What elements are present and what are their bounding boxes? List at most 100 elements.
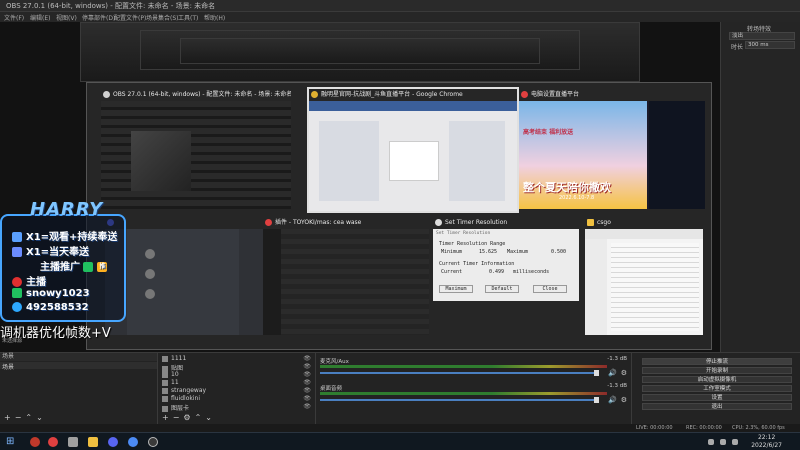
source-item[interactable]: strangeway bbox=[162, 387, 206, 394]
music-sidebar bbox=[263, 229, 281, 335]
min-value: 15.625 bbox=[479, 249, 498, 255]
tray-icon[interactable] bbox=[732, 439, 738, 445]
close-button[interactable]: Close bbox=[533, 285, 567, 293]
text-source-icon bbox=[162, 395, 168, 402]
virtual-camera-button[interactable]: 启动虚拟摄像机 bbox=[642, 376, 792, 383]
remove-icon[interactable]: − bbox=[15, 413, 26, 422]
menu-file[interactable]: 文件(F) bbox=[4, 13, 24, 22]
move-down-icon[interactable]: ⌄ bbox=[205, 413, 216, 422]
range-label: Timer Resolution Range bbox=[439, 241, 506, 247]
source-name: 图层卡 bbox=[171, 405, 190, 412]
visibility-icons[interactable]: 👁 👁 👁 👁 👁 👁 👁 bbox=[303, 355, 311, 411]
discord-icon[interactable] bbox=[108, 437, 118, 447]
obs-icon[interactable] bbox=[148, 437, 158, 447]
banner-headline: 整个夏天陪你撒欢 bbox=[523, 181, 611, 194]
page-column bbox=[319, 121, 379, 201]
scene-item[interactable]: 场景 bbox=[0, 362, 157, 371]
dialog-header: Set Timer Resolution bbox=[436, 231, 491, 236]
overlay-text: 主播推广 bbox=[40, 262, 80, 273]
switcher-window-music[interactable]: 插件 - TOYOKI/mas: cea wase bbox=[263, 217, 429, 335]
volume-knob[interactable] bbox=[594, 370, 599, 376]
transition-select[interactable]: 淡出 bbox=[729, 32, 795, 40]
tray-icon[interactable] bbox=[720, 439, 726, 445]
remove-icon[interactable]: − bbox=[173, 413, 184, 422]
source-item[interactable]: 10 bbox=[162, 371, 179, 378]
windows-start-icon[interactable]: ⊞ bbox=[6, 437, 16, 447]
gear-icon[interactable]: ⚙ bbox=[621, 369, 627, 377]
system-clock[interactable]: 22:12 2022/6/27 bbox=[751, 434, 782, 450]
maximum-button[interactable]: Maximum bbox=[439, 285, 473, 293]
sources-dock: 1111 贴图 10 11 strangeway fluidlokini 图层卡… bbox=[158, 353, 316, 424]
app-icon[interactable] bbox=[30, 437, 40, 447]
default-button[interactable]: Default bbox=[485, 285, 519, 293]
clock-time: 22:12 bbox=[757, 434, 776, 441]
gear-icon[interactable]: ⚙ bbox=[621, 396, 627, 404]
move-up-icon[interactable]: ⌃ bbox=[25, 413, 36, 422]
source-name: 10 bbox=[171, 371, 179, 378]
app-icon[interactable] bbox=[68, 437, 78, 447]
wechat-icon bbox=[12, 288, 22, 298]
menu-edit[interactable]: 编辑(E) bbox=[30, 13, 50, 22]
switcher-window-discord[interactable] bbox=[105, 217, 263, 335]
switcher-window-title: Set Timer Resolution bbox=[445, 219, 508, 226]
overlay-row: X1=当天奉送 bbox=[12, 243, 90, 258]
folder-icon[interactable] bbox=[88, 437, 98, 447]
gift-icon bbox=[12, 232, 22, 242]
duration-input[interactable]: 300 ms bbox=[745, 41, 795, 49]
menu-profile[interactable]: 配置文件(P) bbox=[114, 13, 146, 22]
window-title: OBS 27.0.1 (64-bit, windows) - 配置文件: 未命名… bbox=[6, 2, 216, 10]
volume-knob[interactable] bbox=[594, 397, 599, 403]
douyu-icon[interactable] bbox=[48, 437, 58, 447]
source-item[interactable]: 11 bbox=[162, 379, 179, 386]
source-name: fluidlokini bbox=[171, 395, 201, 402]
add-icon[interactable]: + bbox=[4, 413, 15, 422]
start-recording-button[interactable]: 开始录制 bbox=[642, 367, 792, 374]
title-bar: OBS 27.0.1 (64-bit, windows) - 配置文件: 未命名… bbox=[0, 0, 800, 12]
move-up-icon[interactable]: ⌃ bbox=[195, 413, 206, 422]
window-thumbnail: 高考结束 福利放送 整个夏天陪你撒欢 2022.6.10-7.8 bbox=[519, 101, 705, 209]
status-bar: LIVE: 00:00:00 REC: 00:00:00 CPU: 2.3%, … bbox=[0, 424, 800, 432]
channel-db: -1.3 dB bbox=[607, 356, 627, 362]
discord-members bbox=[239, 229, 263, 335]
studio-mode-button[interactable]: 工作室模式 bbox=[642, 385, 792, 392]
settings-button[interactable]: 设置 bbox=[642, 394, 792, 401]
image-source-icon bbox=[162, 405, 168, 412]
text-source-icon bbox=[162, 355, 168, 362]
chrome-icon[interactable] bbox=[128, 437, 138, 447]
gear-icon[interactable]: ⚙ bbox=[183, 413, 194, 422]
volume-slider[interactable] bbox=[320, 399, 599, 401]
banner-date: 2022.6.10-7.8 bbox=[559, 195, 595, 201]
transition-panel: 转场特效 淡出 时长 300 ms bbox=[720, 22, 800, 352]
volume-meter bbox=[320, 365, 607, 368]
switcher-window-stream[interactable]: 电脑设置直播平台 高考结束 福利放送 整个夏天陪你撒欢 2022.6.10-7.… bbox=[519, 89, 705, 209]
move-down-icon[interactable]: ⌄ bbox=[36, 413, 47, 422]
source-item[interactable]: 图层卡 bbox=[162, 403, 189, 412]
scenes-dock: 场景 场景 +−⌃⌄ bbox=[0, 353, 158, 424]
switcher-window-explorer[interactable]: csgo bbox=[585, 217, 703, 335]
overlay-text: 主播 bbox=[26, 277, 46, 288]
source-name: strangeway bbox=[171, 387, 207, 394]
current-label: Current bbox=[441, 269, 463, 275]
switcher-window-obs[interactable]: OBS 27.0.1 (64-bit, windows) - 配置文件: 未命名… bbox=[101, 89, 291, 209]
source-item[interactable]: fluidlokini bbox=[162, 395, 200, 402]
overlay-text: X1=当天奉送 bbox=[26, 247, 90, 258]
add-icon[interactable]: + bbox=[162, 413, 173, 422]
cpu-status: CPU: 2.3%, 60.00 fps bbox=[732, 425, 785, 431]
explorer-ribbon bbox=[585, 229, 703, 239]
menu-view[interactable]: 视图(V) bbox=[56, 13, 77, 22]
exit-button[interactable]: 退出 bbox=[642, 403, 792, 410]
task-switcher: OBS 27.0.1 (64-bit, windows) - 配置文件: 未命名… bbox=[86, 82, 712, 350]
menu-help[interactable]: 帮助(H) bbox=[204, 13, 225, 22]
switcher-window-timer[interactable]: Set Timer Resolution Set Timer Resolutio… bbox=[433, 217, 579, 301]
menu-scene-collection[interactable]: 场景集合(S) bbox=[146, 13, 179, 22]
menu-docks[interactable]: 停靠部件(D) bbox=[82, 13, 115, 22]
overlay-row: X1=观看+持续奉送 bbox=[12, 228, 117, 243]
stop-streaming-button[interactable]: 停止推流 bbox=[642, 358, 792, 365]
volume-slider[interactable] bbox=[320, 372, 599, 374]
switcher-window-chrome[interactable]: 融明星官网-抗战剧_斗鱼直播平台 - Google Chrome bbox=[307, 87, 519, 213]
source-item[interactable]: 1111 bbox=[162, 355, 186, 362]
tray-icon[interactable] bbox=[708, 439, 714, 445]
speaker-icon[interactable]: 🔊 bbox=[608, 369, 617, 377]
menu-tools[interactable]: 工具(T) bbox=[178, 13, 198, 22]
speaker-icon[interactable]: 🔊 bbox=[608, 396, 617, 404]
